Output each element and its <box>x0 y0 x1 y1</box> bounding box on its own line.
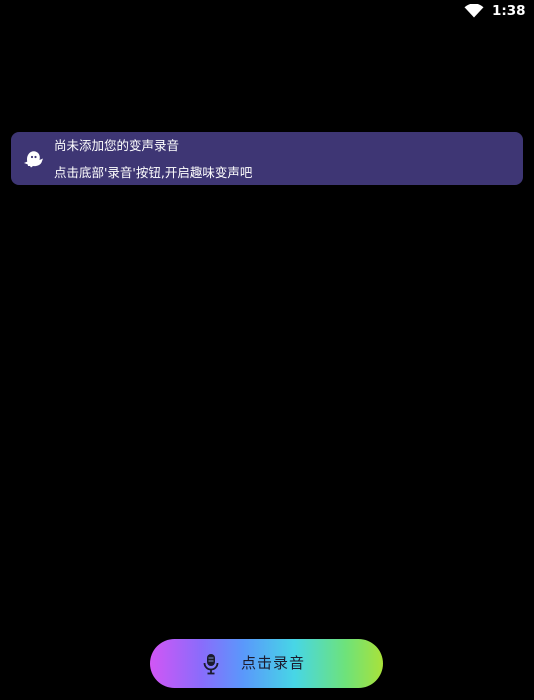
status-bar: 1:38 <box>0 0 534 22</box>
record-button-label: 点击录音 <box>241 654 306 672</box>
record-button[interactable]: 点击录音 <box>150 639 383 688</box>
ghost-icon <box>24 151 43 168</box>
microphone-icon <box>203 654 219 675</box>
empty-state-title: 尚未添加您的变声录音 <box>54 138 180 153</box>
empty-state-card: 尚未添加您的变声录音 点击底部'录音'按钮,开启趣味变声吧 <box>11 132 523 185</box>
empty-state-hint: 点击底部'录音'按钮,开启趣味变声吧 <box>54 165 253 180</box>
status-time: 1:38 <box>492 3 526 19</box>
wifi-icon <box>464 4 484 18</box>
